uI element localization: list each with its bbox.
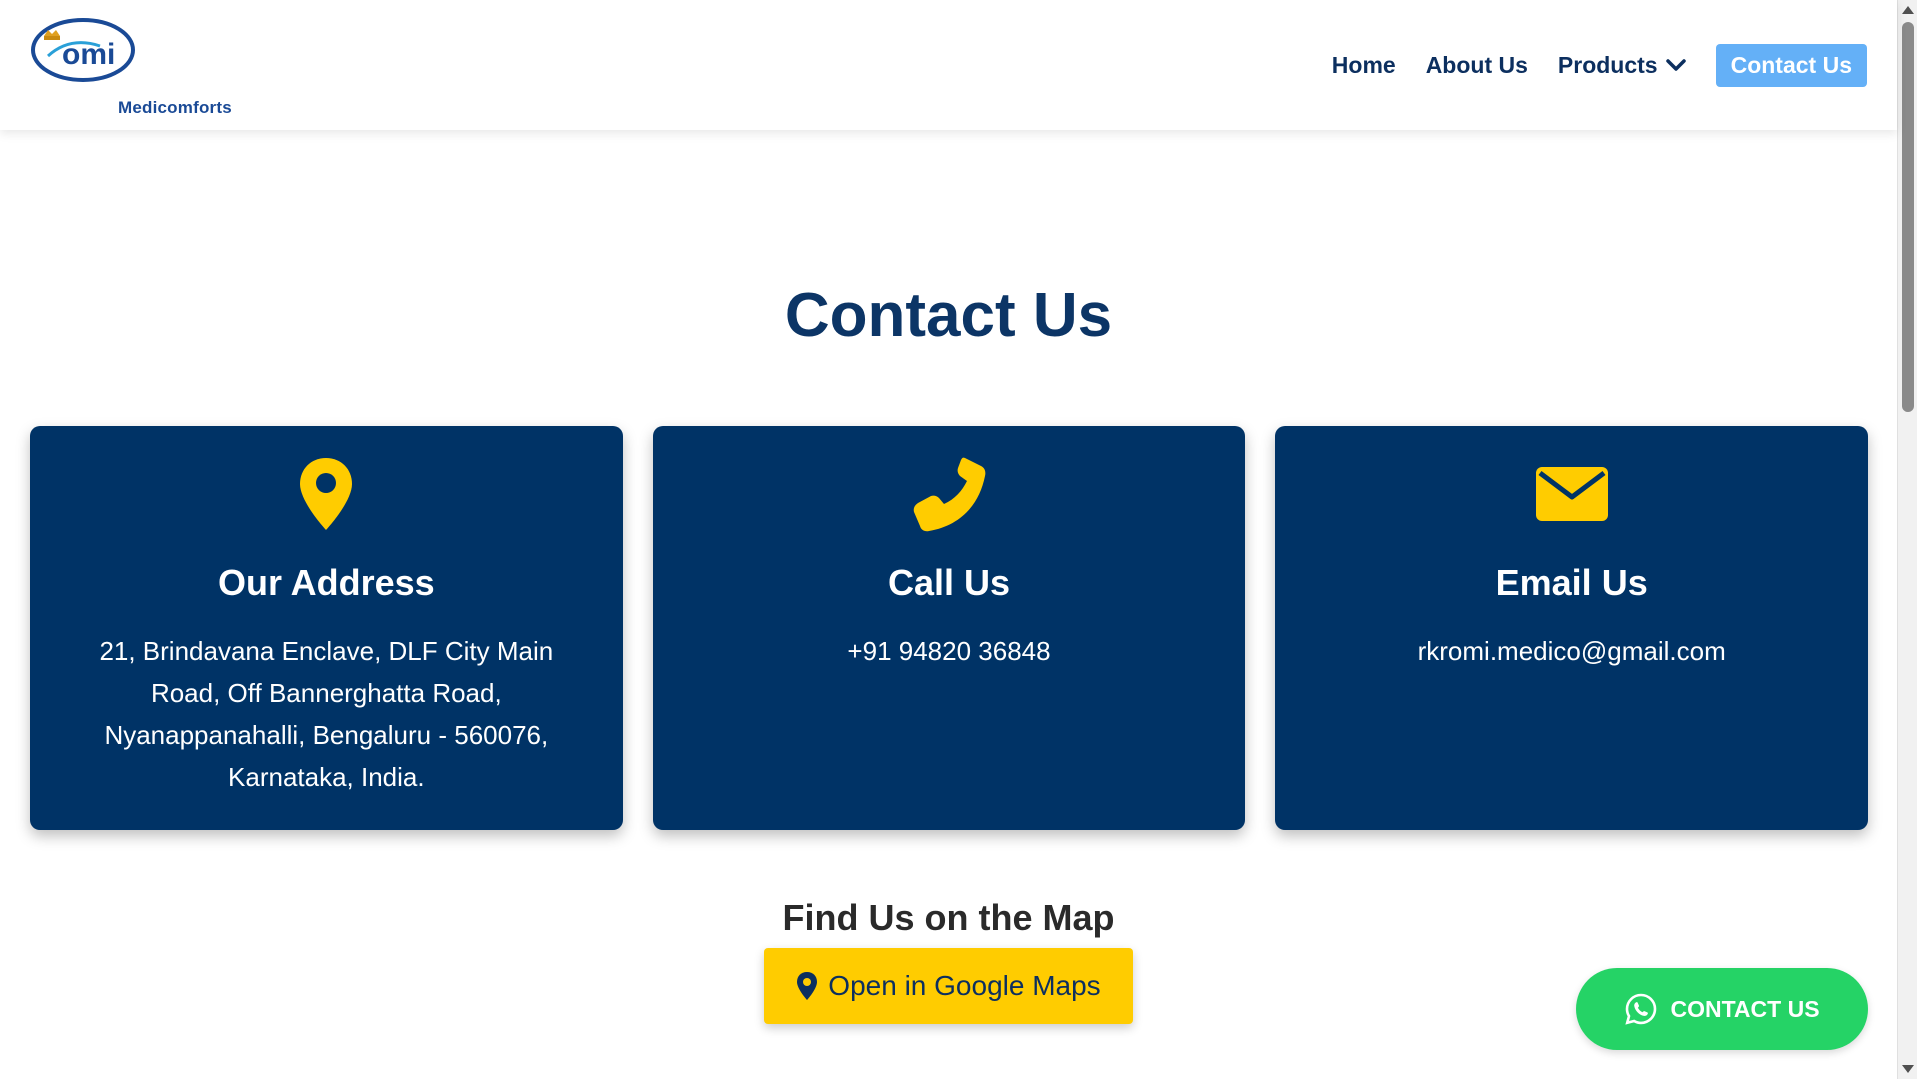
whatsapp-icon — [1625, 993, 1657, 1025]
map-marker-icon — [797, 972, 818, 1000]
contact-cards: Our Address 21, Brindavana Enclave, DLF … — [30, 426, 1869, 830]
open-google-maps-label: Open in Google Maps — [828, 970, 1101, 1001]
logo-tagline: Medicomforts — [118, 98, 232, 117]
map-section-title: Find Us on the Map — [782, 897, 1115, 938]
scroll-down-arrow-icon[interactable] — [1902, 1065, 1914, 1073]
nav-about-us[interactable]: About Us — [1426, 52, 1528, 79]
page-scrollbar[interactable] — [1897, 0, 1917, 1079]
whatsapp-contact-button[interactable]: CONTACT US — [1576, 968, 1868, 1050]
nav-products[interactable]: Products — [1558, 52, 1686, 79]
call-card: Call Us +91 94820 36848 — [652, 426, 1246, 830]
omi-logo-icon: omi — [31, 18, 135, 82]
nav-contact-us[interactable]: Contact Us — [1715, 43, 1867, 87]
address-card: Our Address 21, Brindavana Enclave, DLF … — [30, 426, 623, 830]
address-text: 21, Brindavana Enclave, DLF City Main Ro… — [99, 636, 554, 792]
page-title: Contact Us — [784, 281, 1113, 350]
card-title: Call Us — [887, 562, 1011, 603]
card-title: Email Us — [1495, 562, 1648, 603]
envelope-icon — [1535, 467, 1608, 521]
phone-number[interactable]: +91 94820 36848 — [709, 630, 1189, 672]
scroll-thumb[interactable] — [1902, 22, 1914, 412]
email-card: Email Us rkromi.medico@gmail.com — [1275, 426, 1869, 830]
site-header: omi Medicomforts Home About Us Products … — [0, 0, 1897, 130]
phone-icon — [913, 457, 986, 532]
site-logo[interactable]: omi Medicomforts — [30, 16, 232, 117]
svg-text:omi: omi — [62, 38, 115, 71]
chevron-down-icon — [1665, 59, 1686, 71]
map-marker-icon — [300, 458, 353, 530]
nav-home[interactable]: Home — [1332, 52, 1396, 79]
main-nav: Home About Us Products Contact Us — [1332, 43, 1867, 87]
whatsapp-contact-label: CONTACT US — [1670, 995, 1820, 1022]
card-title: Our Address — [217, 562, 435, 603]
email-address[interactable]: rkromi.medico@gmail.com — [1332, 630, 1812, 672]
scroll-up-arrow-icon[interactable] — [1902, 6, 1914, 14]
open-google-maps-button[interactable]: Open in Google Maps — [764, 948, 1133, 1024]
nav-products-label: Products — [1557, 51, 1658, 78]
